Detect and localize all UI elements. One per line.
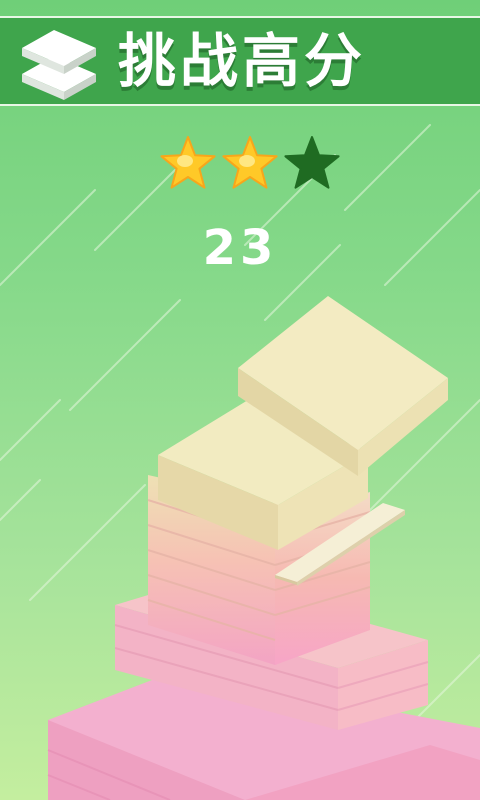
block-tower[interactable] bbox=[0, 0, 480, 800]
star-earned-icon bbox=[160, 136, 216, 189]
title-banner: 挑战高分 bbox=[0, 16, 480, 106]
star-rating bbox=[160, 136, 340, 189]
star-earned-icon bbox=[222, 136, 278, 189]
star-empty-icon bbox=[284, 136, 340, 189]
score-counter: 23 bbox=[202, 220, 278, 276]
stacked-blocks-icon bbox=[22, 30, 96, 100]
game-screen[interactable]: 挑战高分 23 bbox=[0, 0, 480, 800]
page-title: 挑战高分 bbox=[118, 27, 367, 95]
